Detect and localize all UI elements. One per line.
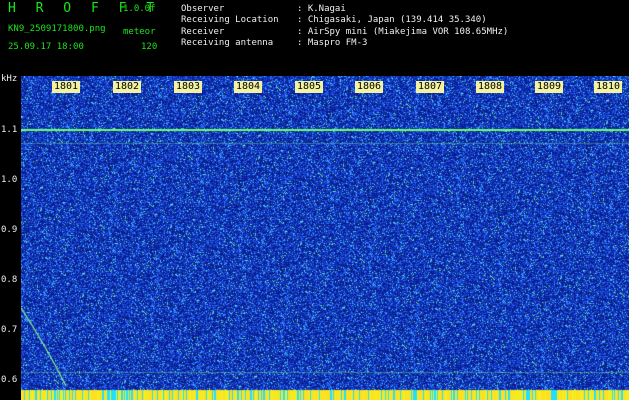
antenna-label: Receiving antenna (181, 38, 274, 48)
app-version: 1.0.0f (123, 4, 156, 14)
y-tick-label: 0.7 (1, 325, 18, 335)
hour-marker: 1806 (355, 81, 384, 93)
date-time: 25.09.17 18:00 (8, 42, 84, 52)
header-panel: H R O F F T 1.0.0f KN9_2509171800.png me… (0, 0, 629, 76)
location-value: : Chigasaki, Japan (139.414 35.340) (297, 15, 487, 25)
hour-marker: 1801 (52, 81, 81, 93)
y-axis-unit: kHz (1, 74, 18, 84)
location-label: Receiving Location (181, 15, 279, 25)
observer-value: : K.Nagai (297, 4, 346, 14)
y-tick-label: 0.6 (1, 375, 18, 385)
count-value: 120 (141, 42, 158, 52)
hour-marker: 1807 (416, 81, 445, 93)
hour-marker: 1803 (174, 81, 203, 93)
hour-marker: 1805 (295, 81, 324, 93)
y-tick-label: 1.0 (1, 175, 18, 185)
y-tick-label: 1.1 (1, 125, 18, 135)
hour-marker: 1802 (113, 81, 142, 93)
receiver-label: Receiver (181, 27, 225, 37)
observer-label: Observer (181, 4, 225, 14)
y-tick-label: 0.9 (1, 225, 18, 235)
hour-marker: 1810 (594, 81, 623, 93)
receiver-value: : AirSpy mini (Miakejima VOR 108.65MHz) (297, 27, 509, 37)
mode-label: meteor (123, 27, 156, 37)
hour-marker: 1809 (535, 81, 564, 93)
hour-marker: 1804 (234, 81, 263, 93)
y-tick-label: 0.8 (1, 275, 18, 285)
file-name: KN9_2509171800.png (8, 24, 106, 34)
waterfall-spectrogram (21, 76, 629, 400)
antenna-value: : Maspro FM-3 (297, 38, 368, 48)
hour-marker: 1808 (476, 81, 505, 93)
